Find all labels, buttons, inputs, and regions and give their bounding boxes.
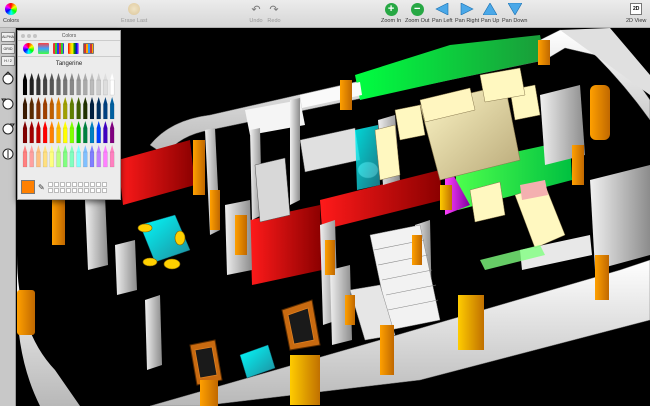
selected-color-swatch[interactable] — [21, 180, 35, 194]
app-window: Colors Erase Last ↶ Undo ↷ Redo + Zoom I… — [0, 0, 650, 406]
custom-swatches — [47, 181, 107, 193]
color-mode-tabs — [18, 41, 120, 57]
color-wheel-icon[interactable] — [23, 43, 34, 54]
red-wall-left — [118, 140, 195, 205]
half-toggle[interactable]: H / 2 — [1, 56, 15, 66]
image-palettes-icon[interactable] — [68, 43, 79, 54]
pan-left-button[interactable]: Pan Left — [432, 2, 453, 24]
erase-last-button[interactable]: Erase Last — [121, 2, 147, 24]
arrow-right-icon — [459, 2, 475, 16]
undo-icon: ↶ — [251, 3, 261, 16]
zoom-out-label: Zoom Out — [405, 18, 430, 24]
minus-icon: − — [409, 2, 425, 16]
pan-up-button[interactable]: Pan Up — [481, 2, 499, 24]
rotate-left-icon[interactable] — [1, 96, 15, 110]
zoom-in-label: Zoom In — [381, 18, 402, 24]
color-palettes-icon[interactable] — [53, 43, 64, 54]
pan-left-label: Pan Left — [432, 18, 453, 24]
toolbar: Colors Erase Last ↶ Undo ↷ Redo + Zoom I… — [0, 0, 650, 28]
plus-icon: + — [383, 2, 399, 16]
minimize-icon[interactable] — [27, 34, 31, 38]
crayons-icon[interactable] — [83, 43, 94, 54]
view-2d-button[interactable]: 2D 2D View — [626, 2, 646, 24]
undo-button[interactable]: ↶ Undo — [248, 2, 264, 25]
alpha-toggle[interactable]: ALPHA — [1, 32, 15, 42]
zoom-icon[interactable] — [33, 34, 37, 38]
colors-panel-titlebar: Colors — [18, 31, 120, 41]
arrow-left-icon — [434, 2, 450, 16]
zoom-in-button[interactable]: + Zoom In — [381, 2, 401, 24]
crayon-box[interactable] — [20, 71, 118, 171]
pan-right-button[interactable]: Pan Right — [455, 2, 479, 24]
redo-label: Redo — [267, 18, 281, 24]
grid-toggle[interactable]: GRID — [1, 44, 15, 54]
zoom-out-button[interactable]: − Zoom Out — [405, 2, 429, 24]
colors-panel-title: Colors — [61, 33, 77, 39]
arrow-up-icon — [482, 2, 498, 16]
pan-right-label: Pan Right — [455, 18, 480, 24]
colors-button[interactable]: Colors — [3, 2, 19, 24]
redo-icon: ↷ — [269, 3, 279, 16]
tilt-view-icon[interactable] — [1, 146, 15, 160]
cube-2d-icon: 2D — [628, 2, 644, 16]
pan-down-button[interactable]: Pan Down — [502, 2, 527, 24]
pan-up-label: Pan Up — [481, 18, 500, 24]
arrow-down-icon — [507, 2, 523, 16]
swatch-row: ✎ — [21, 180, 107, 194]
eraser-icon — [126, 2, 142, 16]
eyedropper-icon[interactable]: ✎ — [38, 183, 45, 192]
close-icon[interactable] — [21, 34, 25, 38]
rotate-right-icon[interactable] — [1, 121, 15, 135]
pan-down-label: Pan Down — [502, 18, 528, 24]
colors-panel: Colors Tangerine ✎ — [17, 30, 121, 200]
undo-label: Undo — [249, 18, 263, 24]
color-sliders-icon[interactable] — [38, 43, 49, 54]
view-2d-label: 2D View — [626, 18, 647, 24]
colors-wheel-icon — [3, 2, 19, 16]
selected-color-name: Tangerine — [55, 61, 83, 67]
colors-button-label: Colors — [3, 18, 19, 24]
redo-button[interactable]: ↷ Redo — [266, 2, 282, 25]
dining-table — [137, 214, 191, 270]
erase-last-label: Erase Last — [121, 18, 148, 24]
tool-strip: ALPHA GRID H / 2 — [0, 28, 16, 406]
rotate-view-icon[interactable] — [1, 71, 15, 85]
